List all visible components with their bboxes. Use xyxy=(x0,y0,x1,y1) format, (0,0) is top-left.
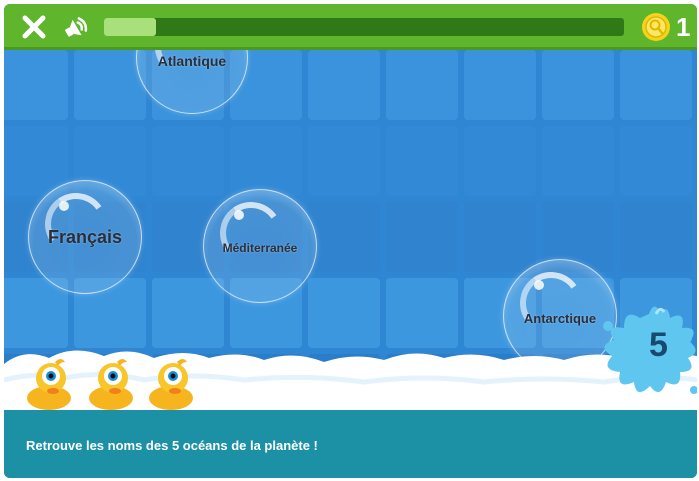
pool-tile xyxy=(386,50,458,120)
game-frame: 1 Atlantique Français Méditerranée Antar… xyxy=(4,4,697,478)
bubble-label: Atlantique xyxy=(157,53,227,69)
pool-tile xyxy=(152,126,224,196)
pool-tile xyxy=(542,126,614,196)
speaker-icon[interactable] xyxy=(62,13,94,41)
pool-tile xyxy=(464,126,536,196)
bubble-mediterranee[interactable]: Méditerranée xyxy=(203,189,317,303)
pool-tile xyxy=(464,50,536,120)
progress-bar xyxy=(104,18,624,36)
pool-tile xyxy=(230,126,302,196)
pool-tile xyxy=(386,126,458,196)
bubble-francais[interactable]: Français xyxy=(28,180,142,294)
pool-tile xyxy=(386,202,458,272)
coin-count: 1 xyxy=(676,12,691,42)
progress-fill xyxy=(104,18,156,36)
bubble-label: Français xyxy=(47,227,123,247)
pool-tile xyxy=(464,202,536,272)
pool-tile xyxy=(4,50,68,120)
duck-life xyxy=(89,359,133,410)
instruction-text: Retrouve les noms des 5 océans de la pla… xyxy=(26,438,318,453)
coin-icon xyxy=(642,13,670,41)
top-bar: 1 xyxy=(4,4,697,50)
bubble-label: Méditerranée xyxy=(222,241,298,255)
pool-tile xyxy=(308,126,380,196)
pool-tile xyxy=(308,50,380,120)
pool-tile xyxy=(308,278,380,348)
pool-tile xyxy=(308,202,380,272)
pool-tile xyxy=(152,278,224,348)
instruction-bar: Retrouve les noms des 5 océans de la pla… xyxy=(4,410,697,478)
duck-life xyxy=(149,359,193,410)
pool-tile xyxy=(620,50,692,120)
pool-tile xyxy=(620,126,692,196)
close-icon[interactable] xyxy=(20,13,48,41)
pool-tile xyxy=(542,50,614,120)
pool-tile xyxy=(620,202,692,272)
pool-tile xyxy=(4,278,68,348)
duck-life xyxy=(27,359,71,410)
round-number: 5 xyxy=(649,326,668,364)
pool-tile xyxy=(386,278,458,348)
splash-icon xyxy=(603,306,697,394)
